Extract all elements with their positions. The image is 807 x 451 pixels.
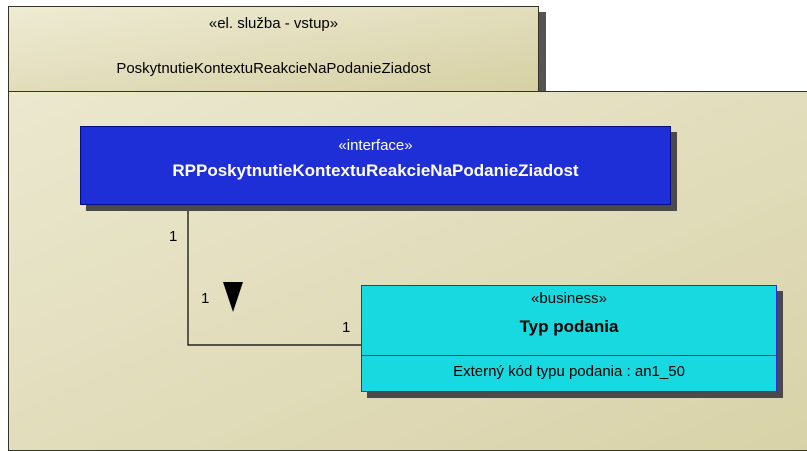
interface-class[interactable]: «interface» RPPoskytnutieKontextuReakcie… [80,126,671,205]
package-name: PoskytnutieKontextuReakcieNaPodanieZiado… [116,60,431,77]
business-stereotype: «business» [531,290,607,307]
multiplicity-interface-end: 1 [169,228,178,245]
interface-name: RPPoskytnutieKontextuReakcieNaPodanieZia… [172,161,579,180]
package-stereotype: «el. služba - vstup» [208,15,339,32]
interface-stereotype: «interface» [338,137,413,154]
multiplicity-business-end: 1 [342,319,351,336]
business-attribute[interactable]: Externý kód typu podania : an1_50 [362,363,776,380]
class-compartment-divider [362,355,776,356]
package-tab[interactable]: «el. služba - vstup» PoskytnutieKontextu… [8,6,539,92]
multiplicity-label-near-arrow: 1 [201,290,210,307]
business-class-name: Typ podania [519,317,619,336]
package-tab-shadow [539,12,546,92]
business-class[interactable]: «business» Typ podania Externý kód typu … [361,285,777,392]
